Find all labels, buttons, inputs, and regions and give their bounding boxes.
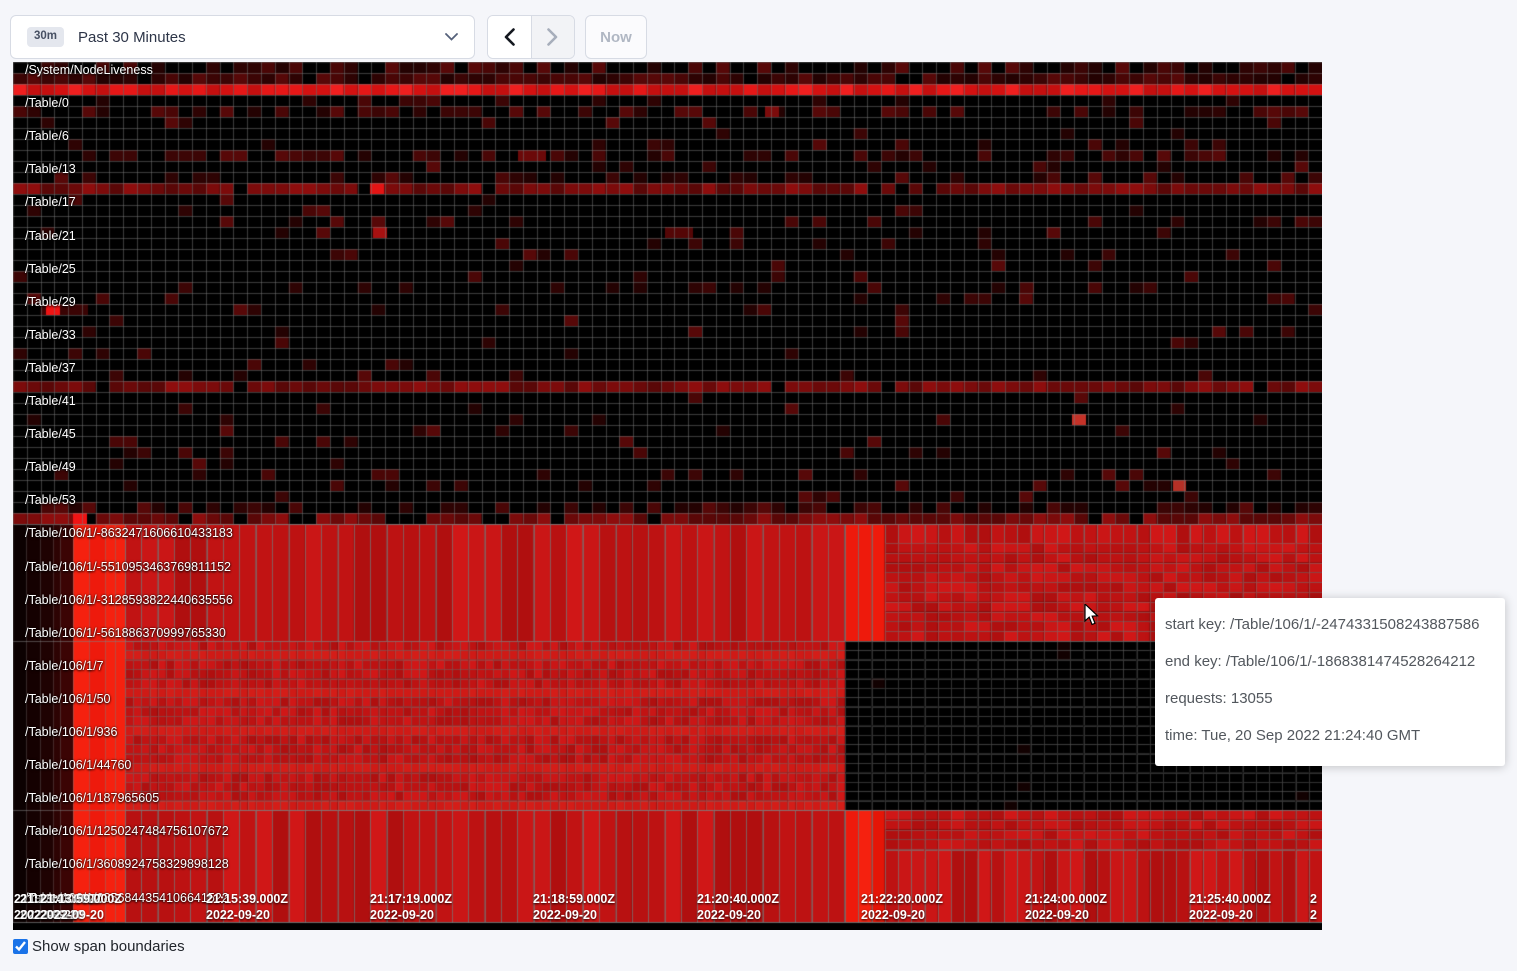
key-visualizer-page: 30m Past 30 Minutes Now /System/NodeLive… [0,0,1517,971]
keyvis-map: /System/NodeLiveness/Table/0/Table/6/Tab… [13,62,1322,930]
now-button-label: Now [600,29,632,46]
time-range-badge: 30m [27,27,64,47]
time-range-label: Past 30 Minutes [78,29,186,46]
chevron-right-icon [547,28,558,46]
prev-time-button[interactable] [488,16,531,58]
span-boundaries-row: Show span boundaries [13,938,185,955]
next-time-button[interactable] [531,16,575,58]
show-span-boundaries-label[interactable]: Show span boundaries [32,938,185,955]
show-span-boundaries-checkbox[interactable] [13,939,28,954]
span-tooltip: start key: /Table/106/1/-247433150824388… [1155,598,1505,766]
now-button[interactable]: Now [585,15,647,59]
time-range-dropdown[interactable]: 30m Past 30 Minutes [10,15,475,59]
tooltip-end-key: end key: /Table/106/1/-18683814745282642… [1165,650,1495,673]
tooltip-requests: requests: 13055 [1165,687,1495,710]
chevron-down-icon [445,33,458,41]
chevron-left-icon [504,28,515,46]
tooltip-time: time: Tue, 20 Sep 2022 21:24:40 GMT [1165,724,1495,747]
keyvis-heatmap-canvas[interactable] [13,62,1322,930]
tooltip-start-key: start key: /Table/106/1/-247433150824388… [1165,613,1495,636]
time-nav-group [487,15,575,59]
